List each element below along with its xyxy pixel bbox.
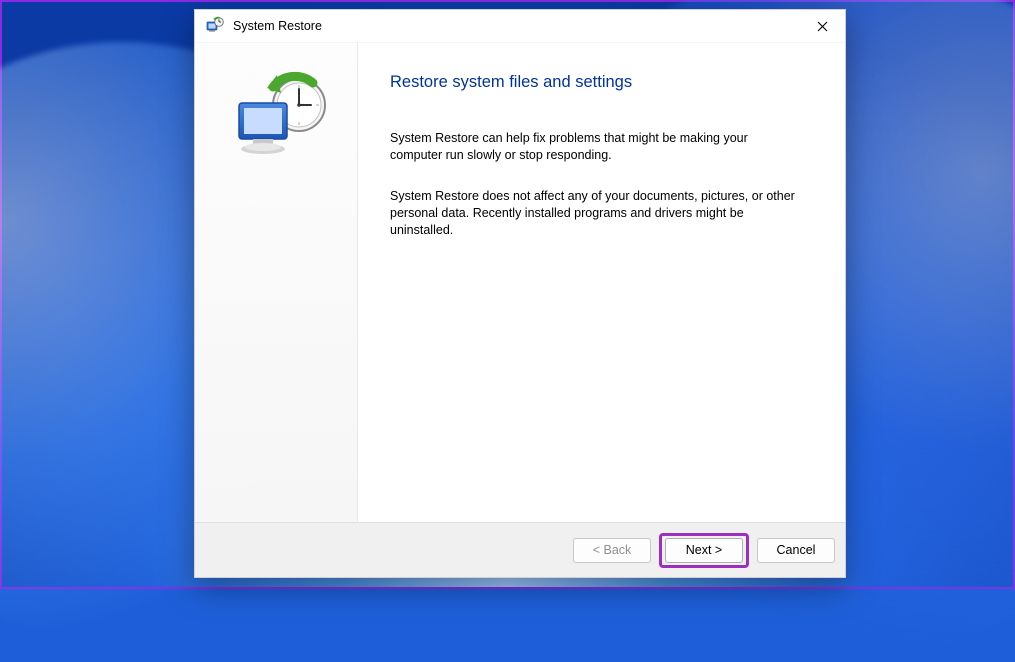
paragraph-intro: System Restore can help fix problems tha… bbox=[390, 130, 800, 164]
next-button[interactable]: Next > bbox=[665, 538, 743, 563]
back-button[interactable]: < Back bbox=[573, 538, 651, 563]
content-panel: Restore system files and settings System… bbox=[358, 43, 845, 522]
cancel-button[interactable]: Cancel bbox=[757, 538, 835, 563]
system-restore-icon bbox=[205, 16, 225, 36]
system-restore-window: System Restore bbox=[194, 9, 846, 578]
wizard-footer: < Back Next > Cancel bbox=[195, 522, 845, 577]
close-button[interactable] bbox=[799, 10, 845, 43]
system-restore-illustration-icon bbox=[221, 71, 331, 171]
window-title: System Restore bbox=[233, 19, 322, 33]
left-illustration-panel bbox=[195, 43, 358, 522]
paragraph-note: System Restore does not affect any of yo… bbox=[390, 188, 800, 239]
next-button-highlight: Next > bbox=[659, 533, 749, 568]
page-heading: Restore system files and settings bbox=[390, 73, 813, 92]
wizard-body: Restore system files and settings System… bbox=[195, 43, 845, 522]
titlebar: System Restore bbox=[195, 10, 845, 43]
